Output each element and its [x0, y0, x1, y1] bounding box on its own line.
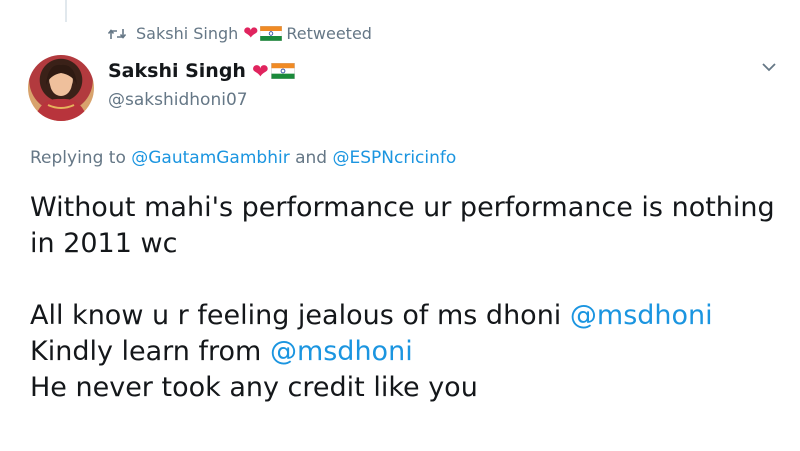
tweet-line-text: Kindly learn from	[30, 336, 262, 367]
tweet-line: Kindly learn from @msdhoni	[30, 334, 790, 370]
replying-to-conjunction: and	[295, 148, 328, 168]
retweeted-label: Retweeted	[286, 24, 372, 43]
tweet-text: Without mahi's performance ur performanc…	[30, 190, 790, 406]
chevron-down-icon[interactable]	[760, 60, 778, 74]
author-display-name[interactable]: Sakshi Singh	[108, 60, 246, 82]
retweeter-name[interactable]: Sakshi Singh	[136, 24, 238, 43]
retweet-icon	[108, 27, 126, 41]
mention-link[interactable]: @msdhoni	[570, 300, 713, 331]
author-name-row[interactable]: Sakshi Singh ❤	[108, 60, 295, 82]
tweet-line: He never took any credit like you	[30, 372, 478, 403]
red-heart-icon: ❤	[251, 59, 269, 83]
paragraph-break	[30, 262, 790, 298]
india-flag-icon	[270, 63, 295, 79]
replying-to-label: Replying to	[30, 148, 126, 168]
tweet-line: Without mahi's performance ur performanc…	[30, 192, 775, 223]
replying-to: Replying to @GautamGambhir and @ESPNcric…	[30, 148, 456, 168]
red-heart-icon: ❤	[243, 22, 259, 44]
mention-link[interactable]: @GautamGambhir	[131, 148, 289, 168]
mention-link[interactable]: @msdhoni	[270, 336, 413, 367]
india-flag-icon	[260, 26, 283, 41]
author-handle[interactable]: @sakshidhoni07	[108, 90, 248, 110]
tweet-line-text: All know u r feeling jealous of ms dhoni	[30, 300, 562, 331]
retweet-context: Sakshi Singh ❤ Retweeted	[108, 24, 372, 43]
tweet-line: All know u r feeling jealous of ms dhoni…	[30, 298, 790, 334]
tweet-line: in 2011 wc	[30, 228, 178, 259]
thread-connector-line	[65, 0, 67, 22]
avatar[interactable]	[28, 55, 94, 121]
mention-link[interactable]: @ESPNcricinfo	[332, 148, 456, 168]
